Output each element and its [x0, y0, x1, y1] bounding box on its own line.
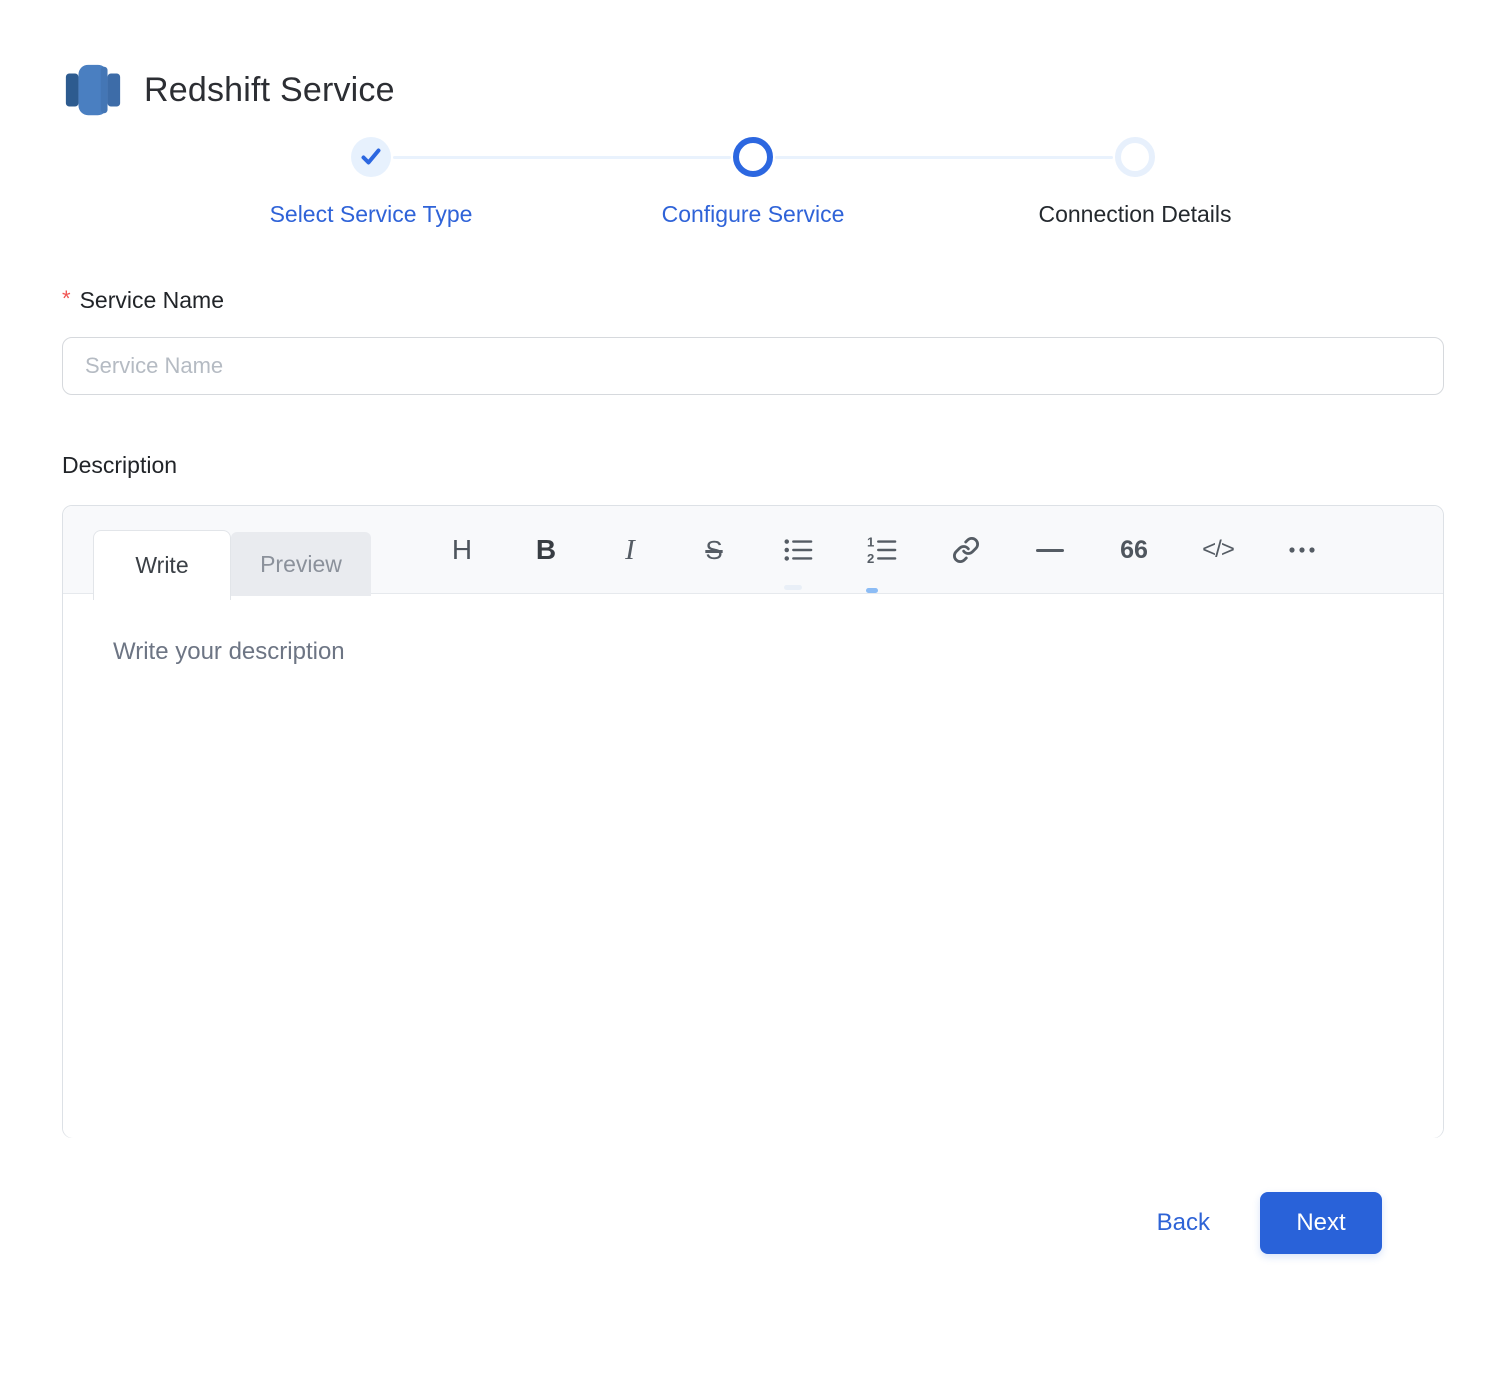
more-glyph	[1288, 546, 1316, 554]
footer-actions: Back Next	[124, 1192, 1382, 1254]
required-asterisk: *	[62, 286, 71, 312]
step-completed-circle	[351, 137, 391, 177]
service-wizard-page: Redshift Service Select Service Type Con…	[0, 58, 1506, 1378]
page-title: Redshift Service	[144, 71, 395, 110]
check-icon	[361, 148, 381, 166]
bold-icon[interactable]: B	[530, 534, 562, 566]
numbered-list-icon[interactable]: 1 2	[866, 534, 898, 566]
bullet-list-icon[interactable]	[782, 534, 814, 566]
numbered-list-glyph: 1 2	[867, 534, 897, 566]
link-icon[interactable]	[950, 534, 982, 566]
editor-header: Write Preview H B I S	[63, 506, 1443, 594]
step-configure-service: Configure Service	[562, 137, 944, 228]
step-select-service-type: Select Service Type	[180, 137, 562, 228]
strikethrough-icon[interactable]: S	[698, 534, 730, 566]
service-name-label-text: Service Name	[80, 287, 224, 314]
step-label-connection-details: Connection Details	[1038, 201, 1231, 228]
next-button[interactable]: Next	[1260, 1192, 1382, 1254]
stepper: Select Service Type Configure Service Co…	[180, 137, 1326, 228]
step-label-select-service-type: Select Service Type	[270, 201, 473, 228]
artifact-mark	[784, 585, 802, 590]
service-name-input[interactable]	[62, 337, 1444, 395]
editor-toolbar: H B I S 1	[446, 506, 1318, 594]
svg-text:2: 2	[867, 551, 874, 566]
description-input[interactable]	[63, 594, 1443, 1138]
editor-body	[63, 594, 1443, 1138]
heading-icon[interactable]: H	[446, 534, 478, 566]
horizontal-rule-glyph	[1036, 549, 1064, 552]
italic-icon[interactable]: I	[614, 534, 646, 566]
step-future-circle	[1115, 137, 1155, 177]
horizontal-rule-icon[interactable]	[1034, 534, 1066, 566]
link-glyph	[952, 536, 980, 564]
code-icon[interactable]: </>	[1202, 534, 1234, 566]
page-header: Redshift Service	[62, 58, 1444, 122]
step-connection-details: Connection Details	[944, 137, 1326, 228]
svg-text:1: 1	[867, 534, 874, 549]
bullet-list-glyph	[783, 534, 813, 566]
service-name-label: * Service Name	[62, 287, 1444, 314]
tab-preview[interactable]: Preview	[231, 532, 371, 596]
description-editor: Write Preview H B I S	[62, 505, 1444, 1138]
quote-icon[interactable]: 66	[1118, 534, 1150, 566]
form-content: * Service Name Description Write Preview…	[62, 287, 1444, 1254]
back-button[interactable]: Back	[1157, 1209, 1210, 1237]
step-label-configure-service: Configure Service	[662, 201, 845, 228]
more-icon[interactable]	[1286, 534, 1318, 566]
step-active-circle	[733, 137, 773, 177]
description-label: Description	[62, 452, 1444, 479]
redshift-logo-glyph	[62, 58, 124, 122]
redshift-logo-icon	[62, 58, 124, 122]
artifact-mark	[866, 588, 878, 593]
tab-write[interactable]: Write	[93, 530, 231, 600]
